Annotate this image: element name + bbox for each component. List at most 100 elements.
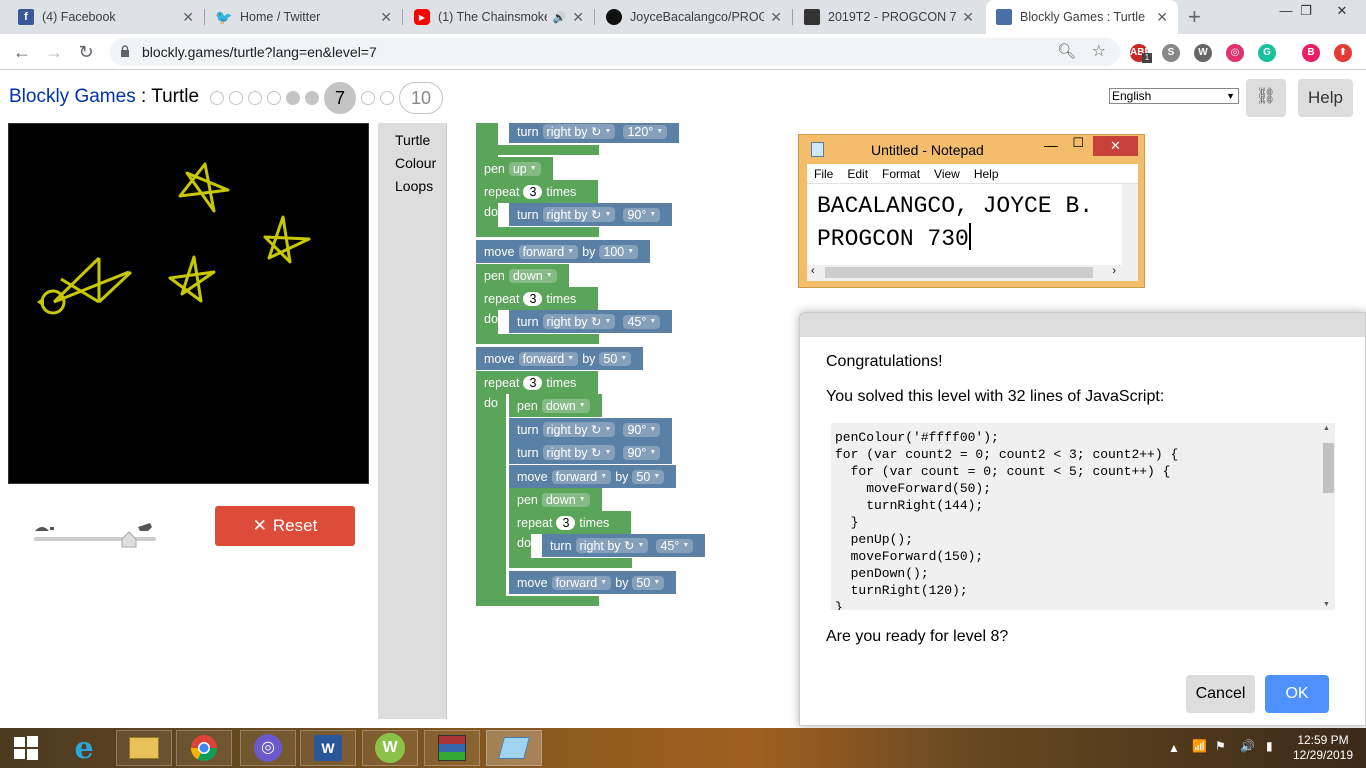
cancel-button[interactable]: Cancel xyxy=(1186,675,1255,713)
level-5-dot[interactable] xyxy=(286,91,300,105)
move-block[interactable]: move forward ▼ by 50 ▼ xyxy=(476,347,644,370)
tab-youtube[interactable]: ▶ (1) The Chainsmoker 🔊 ✕ xyxy=(404,0,594,34)
scroll-thumb[interactable] xyxy=(1323,443,1334,493)
reset-button[interactable]: ✕ Reset xyxy=(215,506,355,546)
level-current[interactable]: 7 xyxy=(324,82,356,114)
tab-github[interactable]: JoyceBacalangco/PROGC ✕ xyxy=(596,0,792,34)
code-listing[interactable]: penColour('#ffff00'); for (var count2 = … xyxy=(831,423,1335,610)
w-app-icon[interactable]: W xyxy=(362,730,418,766)
level-last[interactable]: 10 xyxy=(399,82,443,114)
start-button[interactable] xyxy=(0,730,52,766)
flag-icon[interactable]: ⚑ xyxy=(1215,739,1226,768)
toolbox-category-loops[interactable]: Loops xyxy=(378,175,446,198)
level-1-dot[interactable] xyxy=(210,91,224,105)
close-window-button[interactable]: ✕ xyxy=(1322,0,1362,24)
repeat-block[interactable]: repeat 3 times xyxy=(476,287,598,310)
forward-button[interactable]: → xyxy=(42,40,66,64)
update-icon[interactable]: ⬆ xyxy=(1334,44,1352,62)
level-6-dot[interactable] xyxy=(305,91,319,105)
file-explorer-icon[interactable] xyxy=(116,730,172,766)
scroll-thumb[interactable] xyxy=(825,267,1093,278)
close-button[interactable]: ✕ xyxy=(1093,136,1138,156)
ok-button[interactable]: OK xyxy=(1265,675,1329,713)
notepad-taskbar-icon[interactable] xyxy=(486,730,542,766)
menu-help[interactable]: Help xyxy=(967,167,1006,181)
pen-state-dropdown[interactable]: up ▼ xyxy=(508,161,541,176)
repeat-block[interactable]: repeat 3 times xyxy=(509,511,631,534)
repeat-block[interactable]: repeat 3 times xyxy=(476,371,598,394)
level-4-dot[interactable] xyxy=(267,91,281,105)
repeat-block[interactable]: repeat 3 times xyxy=(476,180,598,203)
move-block[interactable]: move forward ▼ by 100 ▼ xyxy=(476,240,651,263)
turn-block[interactable]: turn right by ↻ ▼ 45° ▼ xyxy=(509,310,673,333)
torrent-icon[interactable]: ◎ xyxy=(240,730,296,766)
pen-down-block[interactable]: pen down ▼ xyxy=(476,264,569,287)
close-tab-icon[interactable]: ✕ xyxy=(572,9,584,26)
instagram-extension-icon[interactable]: ◎ xyxy=(1226,44,1244,62)
blockly-games-link[interactable]: Blockly Games xyxy=(9,86,136,107)
turn-direction-dropdown[interactable]: right by ↻ ▼ xyxy=(542,124,616,139)
profile-avatar[interactable]: B xyxy=(1302,44,1320,62)
volume-icon[interactable]: 🔊 xyxy=(1240,739,1255,768)
show-hidden-icons[interactable]: ▲ xyxy=(1168,741,1180,768)
tab-blockly[interactable]: Blockly Games : Turtle ✕ xyxy=(986,0,1178,34)
zoom-icon[interactable]: 🔍︎ xyxy=(1057,42,1076,60)
maximize-button[interactable]: ☐ xyxy=(1072,135,1084,151)
toolbox-category-colour[interactable]: Colour xyxy=(378,152,446,175)
scroll-up-icon[interactable]: ▲ xyxy=(1323,425,1330,432)
pen-down-block[interactable]: pen down ▼ xyxy=(509,488,602,511)
menu-format[interactable]: Format xyxy=(875,167,927,181)
menu-view[interactable]: View xyxy=(927,167,967,181)
speed-slider[interactable] xyxy=(32,517,158,557)
restore-window-button[interactable]: ❐ xyxy=(1286,0,1326,24)
scroll-right-icon[interactable]: › xyxy=(1112,265,1116,277)
notepad-titlebar[interactable]: Untitled - Notepad — ☐ ✕ xyxy=(799,135,1144,164)
speaker-icon[interactable]: 🔊 xyxy=(553,11,567,24)
language-select[interactable]: English ▼ xyxy=(1109,88,1239,104)
turn-block[interactable]: turn right by ↻ ▼ 90° ▼ xyxy=(509,418,673,441)
system-clock[interactable]: 12:59 PM 12/29/2019 xyxy=(1288,733,1358,763)
word-icon[interactable]: W xyxy=(300,730,356,766)
back-button[interactable]: ← xyxy=(10,40,34,64)
code-scrollbar[interactable]: ▲ ▼ xyxy=(1320,423,1335,610)
repeat-count-input[interactable]: 3 xyxy=(523,184,543,199)
link-button[interactable]: ⛓ xyxy=(1246,79,1286,117)
internet-explorer-icon[interactable]: e xyxy=(56,730,112,766)
level-3-dot[interactable] xyxy=(248,91,262,105)
move-block[interactable]: move forward ▼ by 50 ▼ xyxy=(509,571,677,594)
winrar-icon[interactable] xyxy=(424,730,480,766)
close-tab-icon[interactable]: ✕ xyxy=(962,9,974,26)
w-extension-icon[interactable]: W xyxy=(1194,44,1212,62)
vertical-scrollbar[interactable] xyxy=(1122,184,1138,265)
menu-file[interactable]: File xyxy=(807,167,840,181)
battery-icon[interactable]: ▮ xyxy=(1266,739,1273,768)
help-button[interactable]: Help xyxy=(1298,79,1353,117)
tab-trello[interactable]: 2019T2 - PROGCON 730 ✕ xyxy=(794,0,984,34)
close-tab-icon[interactable]: ✕ xyxy=(1156,9,1168,26)
turn-block[interactable]: turn right by ↻ ▼ 90° ▼ xyxy=(509,441,673,464)
notepad-text-area[interactable]: BACALANGCO, JOYCE B. PROGCON 730 ‹ › xyxy=(807,184,1138,281)
skype-extension-icon[interactable]: S xyxy=(1162,44,1180,62)
horizontal-scrollbar[interactable]: ‹ › xyxy=(807,265,1138,281)
scroll-left-icon[interactable]: ‹ xyxy=(811,265,815,277)
bookmark-star-icon[interactable]: ☆ xyxy=(1092,41,1106,61)
turn-block[interactable]: turn right by ↻ ▼ 120° ▼ xyxy=(509,123,680,143)
tab-twitter[interactable]: 🐦 Home / Twitter ✕ xyxy=(206,0,402,34)
minimize-button[interactable]: — xyxy=(1044,137,1058,153)
menu-edit[interactable]: Edit xyxy=(840,167,875,181)
close-tab-icon[interactable]: ✕ xyxy=(770,9,782,26)
network-icon[interactable]: 📶 xyxy=(1192,739,1207,768)
toolbox-category-turtle[interactable]: Turtle xyxy=(378,129,446,152)
chrome-icon[interactable] xyxy=(176,730,232,766)
scroll-down-icon[interactable]: ▼ xyxy=(1323,601,1330,608)
grammarly-extension-icon[interactable]: G xyxy=(1258,44,1276,62)
address-bar[interactable]: blockly.games/turtle?lang=en&level=7 🔍︎ … xyxy=(110,38,1120,66)
angle-dropdown[interactable]: 120° ▼ xyxy=(623,124,668,139)
close-tab-icon[interactable]: ✕ xyxy=(380,9,392,26)
new-tab-button[interactable]: + xyxy=(1188,4,1201,30)
tab-facebook[interactable]: f (4) Facebook ✕ xyxy=(8,0,204,34)
level-9-dot[interactable] xyxy=(380,91,394,105)
turn-block[interactable]: turn right by ↻ ▼ 45° ▼ xyxy=(542,534,706,557)
turn-block[interactable]: turn right by ↻ ▼ 90° ▼ xyxy=(509,203,673,226)
reload-button[interactable]: ↻ xyxy=(74,40,98,64)
